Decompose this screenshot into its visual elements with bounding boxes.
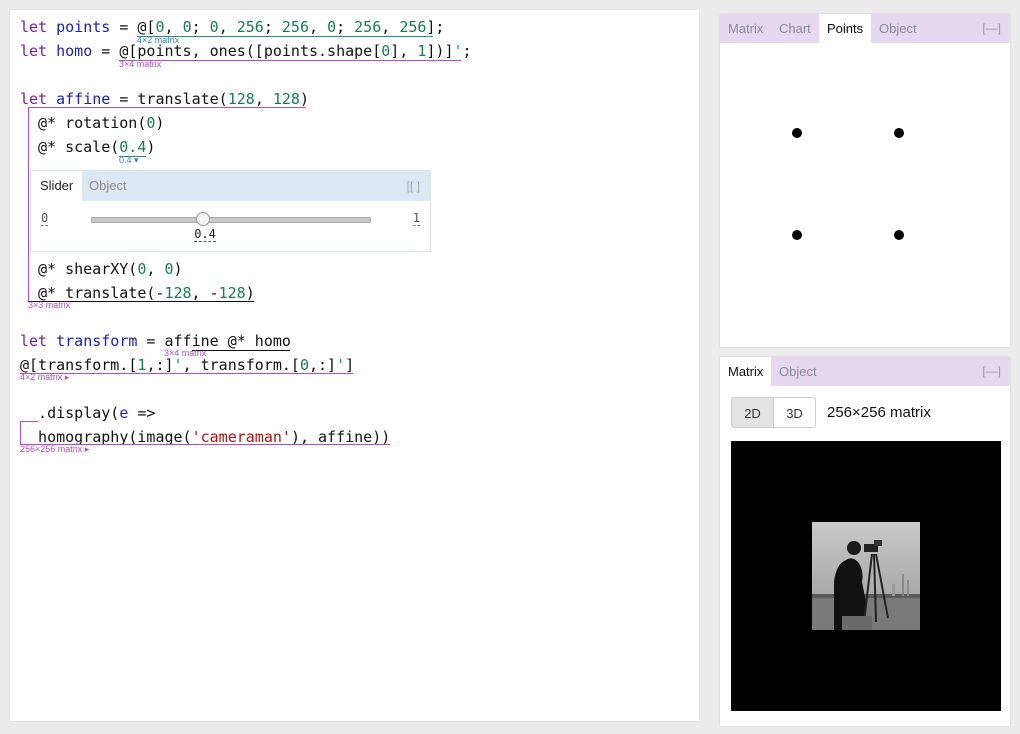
tab-chart[interactable]: Chart: [771, 14, 819, 43]
matrix-size-label: 256×256 matrix: [827, 404, 931, 421]
slider-track[interactable]: [91, 212, 371, 226]
slider-min-label: 0: [41, 211, 49, 226]
point-marker-3: [894, 230, 904, 240]
matrix-panel: Matrix Object [—] 2D 3D 256×256 matrix: [720, 357, 1010, 726]
points-panel: Matrix Chart Points Object [—]: [720, 14, 1010, 347]
code-line-translate[interactable]: @* translate(-128, -128): [38, 284, 255, 302]
affine-matrix-annotation[interactable]: 3×3 matrix: [28, 300, 70, 310]
code-line-display[interactable]: __.display(e =>: [20, 404, 155, 422]
tab-points[interactable]: Points: [819, 14, 872, 43]
scale-value-annotation[interactable]: 0.4 ▾: [119, 155, 139, 166]
point-marker-1: [894, 128, 904, 138]
tab-slider[interactable]: Slider: [31, 171, 83, 201]
points-underline: [137, 36, 433, 37]
cameraman-image: [812, 522, 920, 630]
slider-widget: Slider Object [[ ] 0 1 0.4: [30, 170, 431, 252]
swap-matrix-annotation[interactable]: 4×2 matrix ▸: [20, 372, 69, 383]
slider-widget-tabs: Slider Object [[ ]: [31, 171, 430, 201]
matrix-panel-tabs: Matrix Object [—]: [720, 357, 1010, 386]
view-3d-button[interactable]: 3D: [773, 397, 816, 428]
slider-thumb[interactable]: [196, 212, 211, 226]
points-panel-tabs: Matrix Chart Points Object [—]: [720, 14, 1010, 43]
code-line-transform[interactable]: let transform = affine @* homo: [20, 332, 291, 350]
code-line-homo[interactable]: let homo = @[points, ones([points.shape[…: [20, 42, 472, 60]
tab-matrix[interactable]: Matrix: [720, 357, 772, 386]
tab-object[interactable]: Object: [80, 171, 136, 201]
tab-matrix[interactable]: Matrix: [720, 14, 771, 43]
tab-object[interactable]: Object: [871, 14, 925, 43]
collapse-button[interactable]: [—]: [982, 14, 1001, 43]
display-top-line: [20, 421, 38, 422]
code-line-rotation[interactable]: @* rotation(0): [38, 114, 164, 132]
transform-underline: [192, 350, 290, 351]
points-plot: [792, 128, 904, 240]
affine-underline: [28, 107, 306, 108]
code-line-points[interactable]: let points = @[0, 0; 0, 256; 256, 0; 256…: [20, 18, 444, 36]
point-marker-0: [792, 128, 802, 138]
keyword-let: let: [20, 18, 48, 36]
homo-underline: [119, 60, 461, 61]
code-line-affine[interactable]: let affine = translate(128, 128): [20, 90, 309, 108]
slider-value-label[interactable]: 0.4: [194, 227, 216, 242]
code-line-scale[interactable]: @* scale(0.4): [38, 138, 155, 156]
code-line-swap[interactable]: @[transform.[1,:]', transform.[0,:]']: [20, 356, 354, 374]
view-2d-button[interactable]: 2D: [731, 397, 774, 428]
point-marker-2: [792, 230, 802, 240]
collapse-button[interactable]: [—]: [982, 357, 1001, 386]
code-line-shear[interactable]: @* shearXY(0, 0): [38, 260, 183, 278]
code-editor[interactable]: let points = @[0, 0; 0, 256; 256, 0; 256…: [10, 10, 699, 721]
display-matrix-annotation[interactable]: 256×256 matrix ▸: [20, 444, 89, 455]
affine-bracket: [28, 107, 29, 301]
matrix-image-view: [731, 441, 1001, 711]
tab-object[interactable]: Object: [771, 357, 825, 386]
homo-matrix-annotation[interactable]: 3×4 matrix: [119, 59, 161, 69]
slider-widget-expand[interactable]: [[ ]: [407, 171, 420, 201]
swap-underline: [20, 373, 353, 374]
var-points: points: [56, 18, 111, 36]
slider-max-label: 1: [412, 211, 420, 226]
